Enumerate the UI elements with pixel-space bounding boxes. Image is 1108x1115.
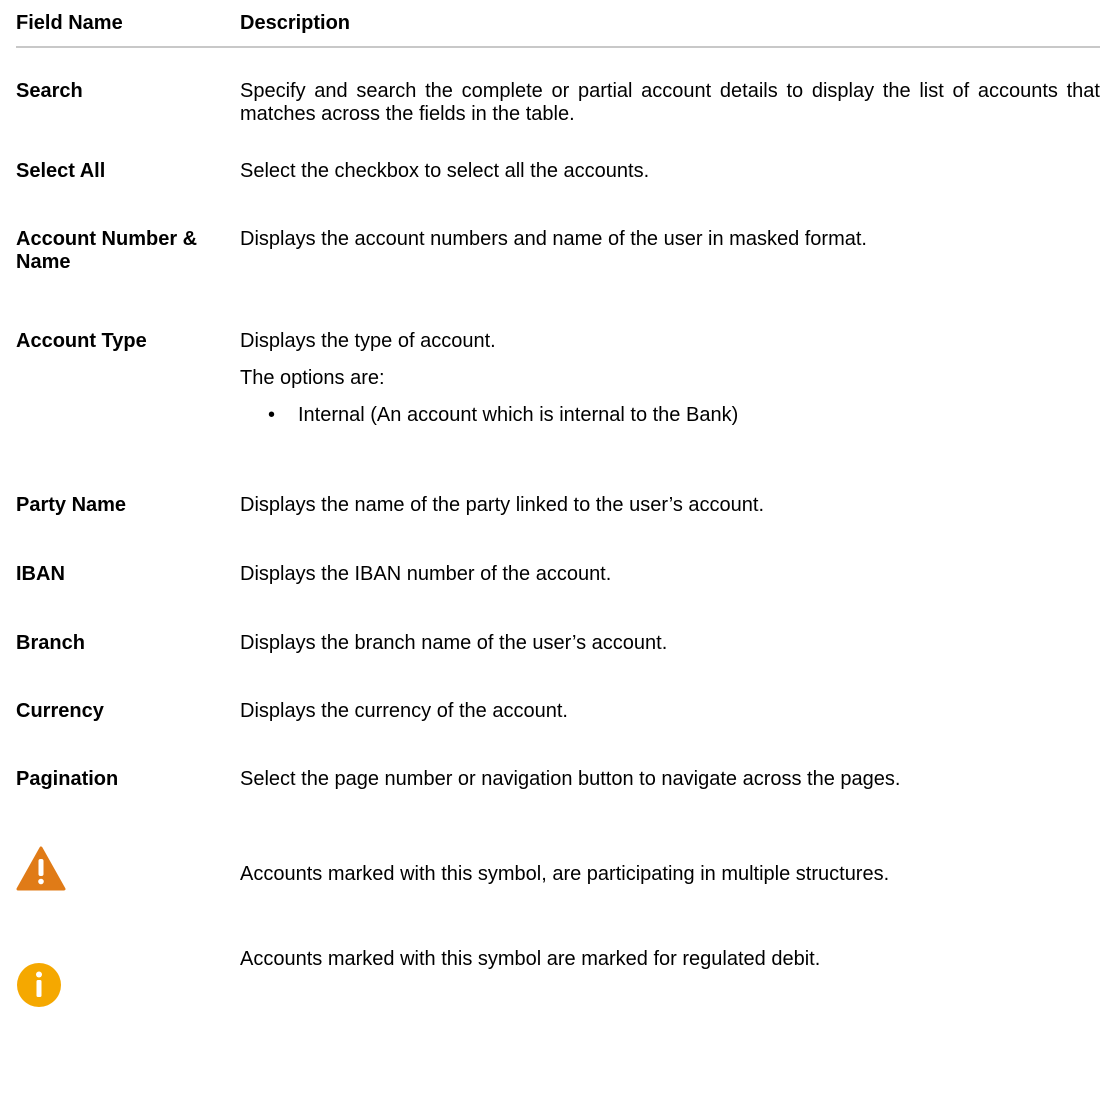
- header-field-name: Field Name: [16, 11, 123, 34]
- field-description: Accounts marked with this symbol are mar…: [240, 948, 821, 970]
- table-row: Accounts marked with this symbol, are pa…: [16, 846, 1100, 897]
- header-description: Description: [240, 11, 351, 34]
- field-description: Specify and search the complete or parti…: [240, 80, 1100, 125]
- table-row: Account Number & Name Displays the accou…: [16, 228, 1100, 274]
- field-description: Select the page number or navigation but…: [240, 768, 901, 790]
- field-name: Account Type: [16, 330, 147, 352]
- table-row: Party Name Displays the name of the part…: [16, 494, 1100, 517]
- table-row: Branch Displays the branch name of the u…: [16, 632, 1100, 655]
- field-description: Displays the IBAN number of the account.: [240, 563, 612, 585]
- warning-triangle-icon: [16, 846, 66, 891]
- field-name: IBAN: [16, 563, 65, 585]
- options-intro: The options are:: [240, 367, 385, 389]
- table-row: Select All Select the checkbox to select…: [16, 160, 1100, 183]
- field-name: Pagination: [16, 768, 119, 790]
- table-row: IBAN Displays the IBAN number of the acc…: [16, 563, 1100, 586]
- table-row: Account Type Displays the type of accoun…: [16, 330, 1100, 427]
- field-name: Select All: [16, 160, 106, 182]
- bullet-icon: •: [268, 404, 276, 426]
- field-name: Account Number & Name: [16, 228, 198, 273]
- field-description: Displays the currency of the account.: [240, 700, 568, 722]
- table-row: Search Specify and search the complete o…: [16, 80, 1100, 126]
- field-name: Party Name: [16, 494, 127, 516]
- field-name: Currency: [16, 700, 104, 722]
- table-row: Currency Displays the currency of the ac…: [16, 700, 1100, 723]
- table-row: Accounts marked with this symbol are mar…: [16, 948, 1100, 1013]
- table-header: Field Name Description: [16, 0, 1100, 48]
- field-description: Displays the account numbers and name of…: [240, 228, 867, 250]
- option-label: Internal (An account which is internal t…: [298, 404, 739, 426]
- field-name: Branch: [16, 632, 85, 654]
- table-row: Pagination Select the page number or nav…: [16, 768, 1100, 791]
- field-description: Select the checkbox to select all the ac…: [240, 160, 650, 182]
- description-text: Displays the type of account.: [240, 330, 496, 352]
- options-list: • Internal (An account which is internal …: [240, 404, 1100, 427]
- field-description: Accounts marked with this symbol, are pa…: [240, 863, 890, 885]
- info-circle-icon: [17, 963, 61, 1007]
- field-description: Displays the name of the party linked to…: [240, 494, 764, 516]
- field-description: Displays the branch name of the user’s a…: [240, 632, 668, 654]
- field-name: Search: [16, 80, 83, 102]
- list-item: • Internal (An account which is internal …: [240, 404, 1100, 427]
- field-description: Displays the type of account. The option…: [240, 330, 1100, 427]
- field-description-table: Field Name Description Search Specify an…: [16, 0, 1100, 1007]
- icon-cell: [16, 846, 240, 897]
- icon-cell: [16, 948, 240, 1013]
